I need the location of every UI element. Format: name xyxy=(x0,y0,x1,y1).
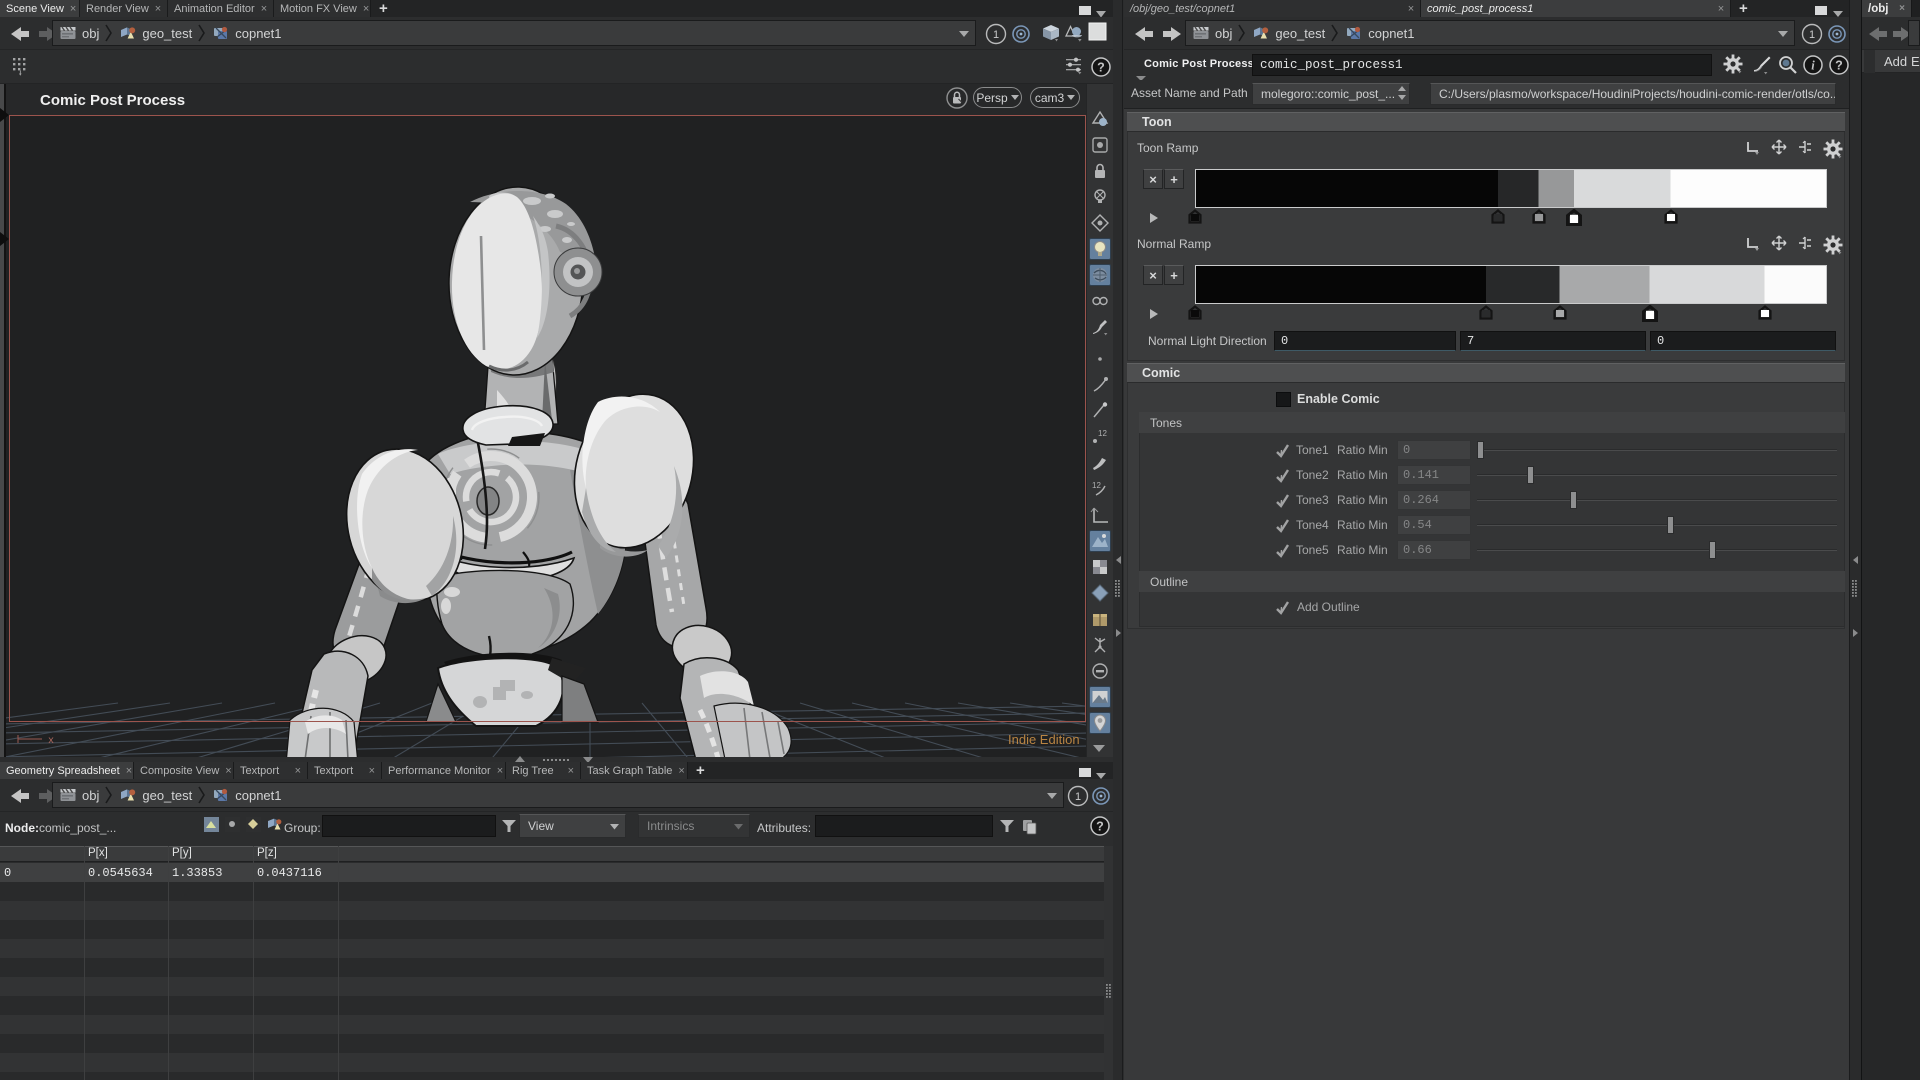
svg-text:?: ? xyxy=(1096,820,1104,834)
svg-text:?: ? xyxy=(1835,59,1843,73)
svg-text:?: ? xyxy=(1097,61,1105,75)
svg-text:1: 1 xyxy=(1809,29,1815,41)
svg-text:12: 12 xyxy=(1098,429,1107,438)
svg-text:i: i xyxy=(1811,59,1815,73)
svg-text:1: 1 xyxy=(1075,791,1081,803)
svg-text:1: 1 xyxy=(993,29,999,41)
svg-text:x: x xyxy=(48,736,54,745)
svg-text:12: 12 xyxy=(1092,481,1101,490)
